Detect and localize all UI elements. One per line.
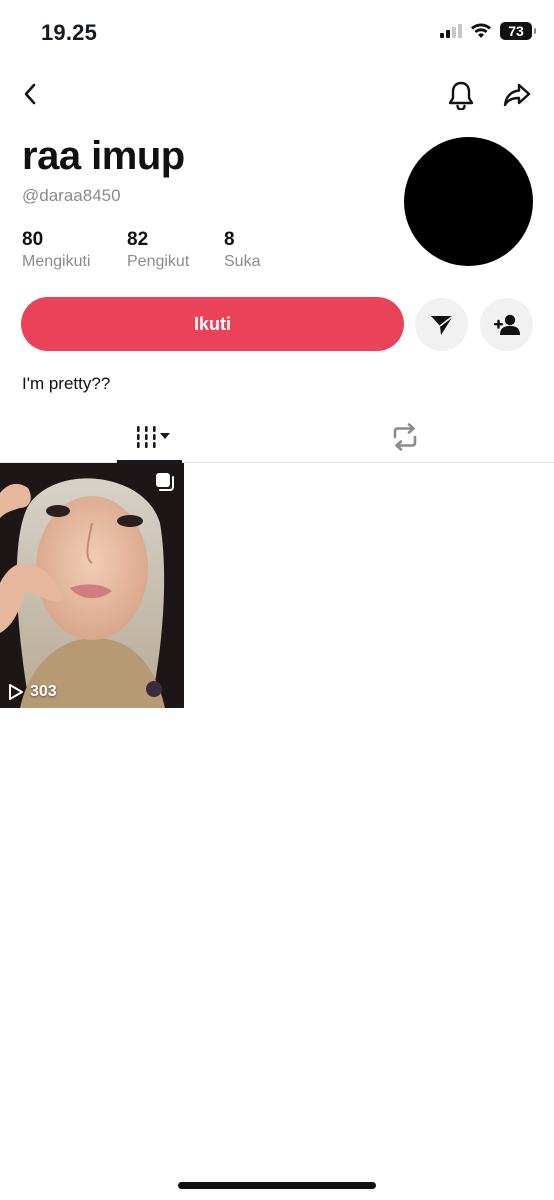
message-button[interactable] — [415, 298, 468, 351]
wifi-icon — [471, 23, 491, 38]
following-label: Mengikuti — [22, 253, 91, 270]
repost-icon — [393, 423, 417, 451]
follow-button[interactable]: Ikuti — [21, 297, 404, 351]
battery-indicator: 73 — [500, 22, 536, 40]
likes-count: 8 — [224, 229, 235, 250]
status-time: 19.25 — [41, 20, 98, 45]
add-user-icon — [493, 314, 520, 335]
cellular-signal-icon — [440, 24, 462, 38]
add-friend-button[interactable] — [480, 298, 533, 351]
thumbnail-photo — [0, 463, 184, 708]
home-indicator[interactable] — [178, 1182, 376, 1189]
send-icon — [430, 314, 453, 335]
following-stat[interactable]: 80 Mengikuti — [22, 229, 90, 271]
share-button[interactable] — [500, 78, 534, 112]
avatar[interactable] — [404, 137, 533, 266]
grid-feed-icon — [137, 426, 170, 448]
followers-label: Pengikut — [127, 253, 190, 270]
share-arrow-icon — [503, 83, 531, 107]
followers-stat[interactable]: 82 Pengikut — [127, 229, 189, 271]
play-icon — [9, 684, 23, 700]
bio-text: I'm pretty?? — [22, 374, 111, 393]
video-thumbnail[interactable] — [0, 463, 184, 708]
back-button[interactable] — [14, 78, 46, 110]
status-icons: 73 — [440, 22, 536, 40]
following-count: 80 — [22, 229, 44, 250]
bell-icon — [448, 81, 474, 110]
view-count: 303 — [8, 683, 57, 701]
notification-button[interactable] — [444, 78, 478, 112]
multi-photo-icon — [156, 473, 174, 491]
display-name: raa imup — [22, 134, 185, 178]
photo-carousel-badge — [155, 472, 175, 497]
view-count-value: 303 — [30, 683, 57, 700]
followers-count: 82 — [127, 229, 149, 250]
username: @daraa8450 — [22, 186, 121, 205]
tab-reposts[interactable] — [385, 420, 425, 454]
tab-videos[interactable] — [120, 420, 180, 454]
chevron-left-icon — [24, 83, 36, 105]
likes-stat[interactable]: 8 Suka — [224, 229, 260, 271]
likes-label: Suka — [224, 253, 261, 270]
